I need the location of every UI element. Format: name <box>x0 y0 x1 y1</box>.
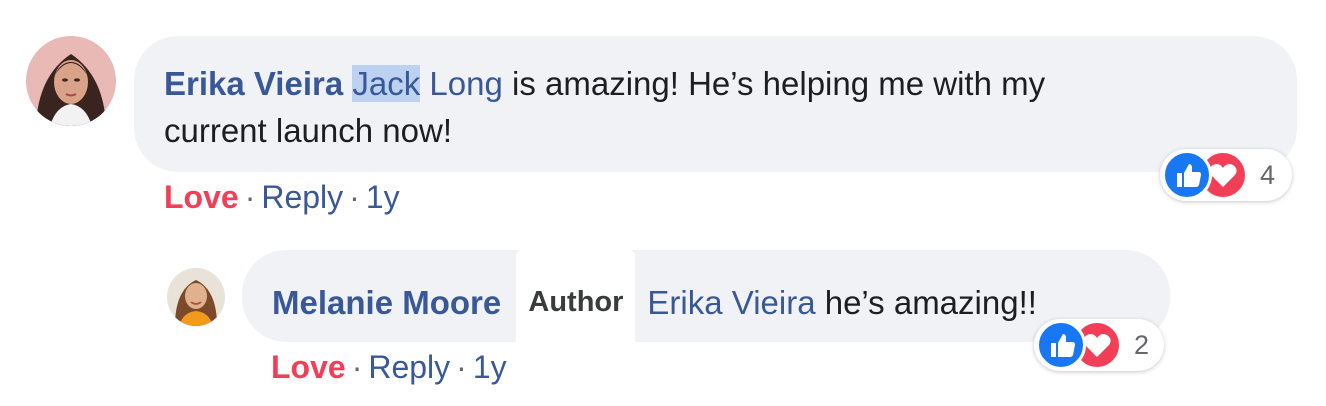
mention-first-name[interactable]: Jack <box>352 65 421 102</box>
separator-dot: · <box>456 349 467 385</box>
like-icon <box>1162 150 1212 200</box>
comment-text-line1: is amazing! He’s helping me with my <box>502 65 1046 102</box>
reply-actions: Love · Reply · 1y <box>271 349 507 386</box>
reply-bubble: Melanie Moore Author Erika Vieira he’s am… <box>242 250 1170 354</box>
comment-actions: Love · Reply · 1y <box>164 179 400 216</box>
reply-mention[interactable]: Erika Vieira <box>647 284 815 321</box>
separator-dot: · <box>349 179 360 215</box>
timestamp-link[interactable]: 1y <box>366 179 400 215</box>
reaction-count: 2 <box>1134 329 1150 360</box>
love-button[interactable]: Love <box>271 349 346 385</box>
reply-button[interactable]: Reply <box>368 349 450 385</box>
comment-bubble: Erika Vieira Jack Long is amazing! He’s … <box>134 36 1297 172</box>
reply-author-link[interactable]: Melanie Moore <box>272 284 501 321</box>
timestamp-link[interactable]: 1y <box>473 349 507 385</box>
reply-button[interactable]: Reply <box>261 179 343 215</box>
like-icon <box>1036 320 1086 370</box>
author-badge: Author <box>516 250 636 354</box>
mention-last-name[interactable]: Long <box>429 65 502 102</box>
avatar-erika[interactable] <box>26 36 116 126</box>
comment-text-line2: current launch now! <box>164 112 452 149</box>
avatar-melanie[interactable] <box>167 268 225 326</box>
separator-dot: · <box>351 349 363 385</box>
separator-dot: · <box>244 179 256 215</box>
reply-text: he’s amazing!! <box>815 284 1037 321</box>
reaction-count: 4 <box>1260 159 1276 190</box>
love-button[interactable]: Love <box>164 179 239 215</box>
comment-author-link[interactable]: Erika Vieira <box>164 65 343 102</box>
reply-reactions[interactable]: 2 <box>1034 319 1164 371</box>
comment-reactions[interactable]: 4 <box>1160 149 1292 201</box>
